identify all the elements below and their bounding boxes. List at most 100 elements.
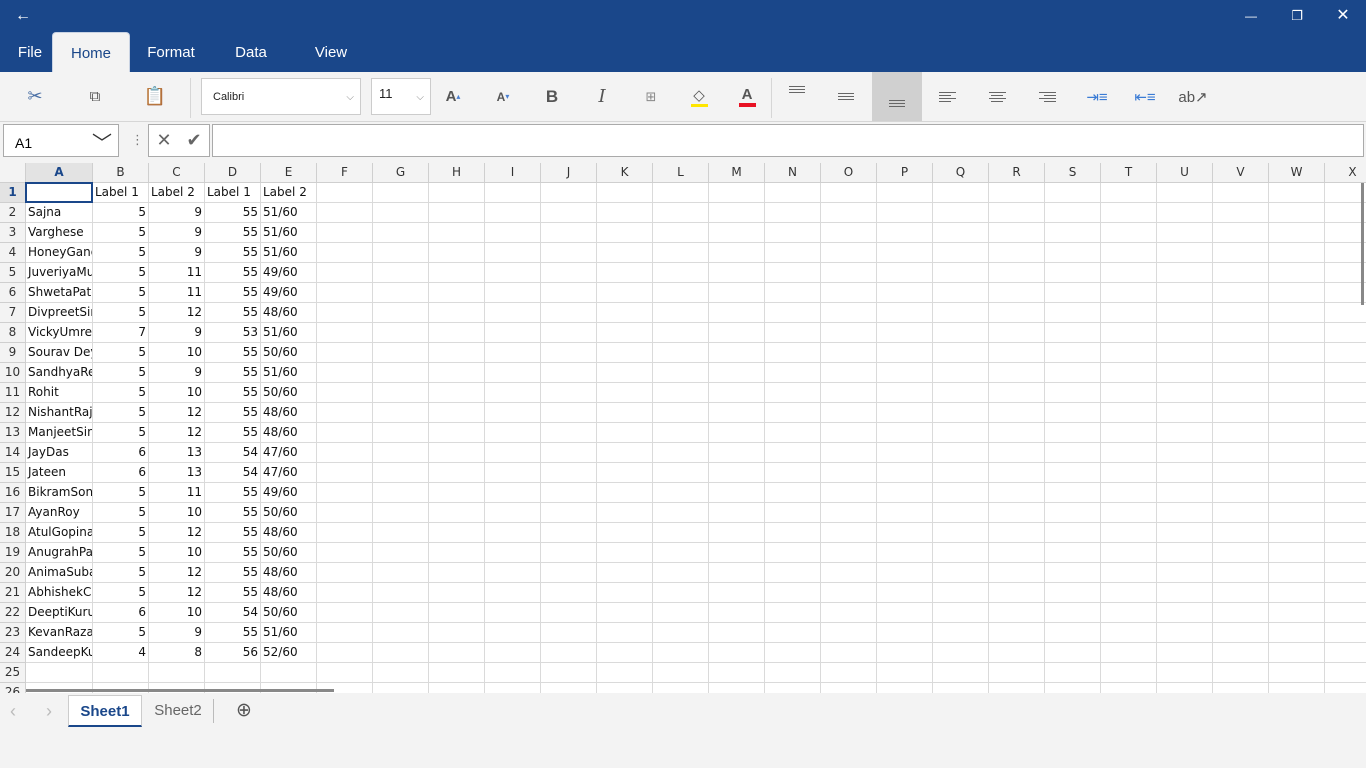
cell-H10[interactable]	[429, 363, 485, 383]
cell-X8[interactable]	[1325, 323, 1366, 343]
cell-K13[interactable]	[597, 423, 653, 443]
cell-E19[interactable]: 50/60	[261, 543, 317, 563]
cell-A23[interactable]: KevanRaza	[26, 623, 93, 643]
cell-G19[interactable]	[373, 543, 429, 563]
cell-G11[interactable]	[373, 383, 429, 403]
cell-F5[interactable]	[317, 263, 373, 283]
cell-R9[interactable]	[989, 343, 1045, 363]
cell-X25[interactable]	[1325, 663, 1366, 683]
cell-P2[interactable]	[877, 203, 933, 223]
cell-L16[interactable]	[653, 483, 709, 503]
cell-T25[interactable]	[1101, 663, 1157, 683]
cell-M1[interactable]	[709, 183, 765, 203]
cell-I13[interactable]	[485, 423, 541, 443]
cell-Q22[interactable]	[933, 603, 989, 623]
cell-C8[interactable]: 9	[149, 323, 205, 343]
cell-G5[interactable]	[373, 263, 429, 283]
cell-W5[interactable]	[1269, 263, 1325, 283]
row-header-24[interactable]: 24	[0, 643, 26, 663]
align-bottom-icon[interactable]	[872, 72, 922, 121]
cell-P19[interactable]	[877, 543, 933, 563]
cell-I19[interactable]	[485, 543, 541, 563]
cell-V13[interactable]	[1213, 423, 1269, 443]
cell-X7[interactable]	[1325, 303, 1366, 323]
cell-B4[interactable]: 5	[93, 243, 149, 263]
cell-A1[interactable]	[26, 183, 93, 203]
cell-E25[interactable]	[261, 663, 317, 683]
cell-J5[interactable]	[541, 263, 597, 283]
cell-K24[interactable]	[597, 643, 653, 663]
cell-K1[interactable]	[597, 183, 653, 203]
cell-F14[interactable]	[317, 443, 373, 463]
cell-S26[interactable]	[1045, 683, 1101, 693]
cell-H16[interactable]	[429, 483, 485, 503]
cell-P22[interactable]	[877, 603, 933, 623]
cell-U3[interactable]	[1157, 223, 1213, 243]
column-header-D[interactable]: D	[205, 163, 261, 183]
cell-W21[interactable]	[1269, 583, 1325, 603]
cell-C9[interactable]: 10	[149, 343, 205, 363]
cell-R23[interactable]	[989, 623, 1045, 643]
cell-E24[interactable]: 52/60	[261, 643, 317, 663]
cell-E23[interactable]: 51/60	[261, 623, 317, 643]
cell-J1[interactable]	[541, 183, 597, 203]
cell-X2[interactable]	[1325, 203, 1366, 223]
cell-H24[interactable]	[429, 643, 485, 663]
cell-I12[interactable]	[485, 403, 541, 423]
cell-L1[interactable]	[653, 183, 709, 203]
cell-L24[interactable]	[653, 643, 709, 663]
row-header-22[interactable]: 22	[0, 603, 26, 623]
cell-O19[interactable]	[821, 543, 877, 563]
cell-G18[interactable]	[373, 523, 429, 543]
cell-K9[interactable]	[597, 343, 653, 363]
cell-S3[interactable]	[1045, 223, 1101, 243]
row-header-19[interactable]: 19	[0, 543, 26, 563]
cell-C11[interactable]: 10	[149, 383, 205, 403]
cell-P6[interactable]	[877, 283, 933, 303]
cell-R10[interactable]	[989, 363, 1045, 383]
cell-X3[interactable]	[1325, 223, 1366, 243]
cell-O8[interactable]	[821, 323, 877, 343]
cell-N25[interactable]	[765, 663, 821, 683]
cell-M6[interactable]	[709, 283, 765, 303]
cell-E21[interactable]: 48/60	[261, 583, 317, 603]
cell-K17[interactable]	[597, 503, 653, 523]
cell-M20[interactable]	[709, 563, 765, 583]
cell-J22[interactable]	[541, 603, 597, 623]
cell-G12[interactable]	[373, 403, 429, 423]
restore-button[interactable]: ❐	[1282, 4, 1312, 28]
cell-O21[interactable]	[821, 583, 877, 603]
cell-M7[interactable]	[709, 303, 765, 323]
cell-H17[interactable]	[429, 503, 485, 523]
cell-Q17[interactable]	[933, 503, 989, 523]
cell-P4[interactable]	[877, 243, 933, 263]
cell-D12[interactable]: 55	[205, 403, 261, 423]
cell-K10[interactable]	[597, 363, 653, 383]
cell-B17[interactable]: 5	[93, 503, 149, 523]
cell-R26[interactable]	[989, 683, 1045, 693]
cell-R16[interactable]	[989, 483, 1045, 503]
cell-C23[interactable]: 9	[149, 623, 205, 643]
cell-L8[interactable]	[653, 323, 709, 343]
cell-B10[interactable]: 5	[93, 363, 149, 383]
cell-S20[interactable]	[1045, 563, 1101, 583]
cell-O18[interactable]	[821, 523, 877, 543]
cell-B7[interactable]: 5	[93, 303, 149, 323]
cell-I23[interactable]	[485, 623, 541, 643]
cell-F4[interactable]	[317, 243, 373, 263]
cell-C21[interactable]: 12	[149, 583, 205, 603]
column-header-Q[interactable]: Q	[933, 163, 989, 183]
cell-A11[interactable]: Rohit	[26, 383, 93, 403]
cell-J11[interactable]	[541, 383, 597, 403]
cell-W19[interactable]	[1269, 543, 1325, 563]
cell-U14[interactable]	[1157, 443, 1213, 463]
cell-S25[interactable]	[1045, 663, 1101, 683]
cell-I24[interactable]	[485, 643, 541, 663]
cell-U12[interactable]	[1157, 403, 1213, 423]
cell-S6[interactable]	[1045, 283, 1101, 303]
cell-I25[interactable]	[485, 663, 541, 683]
cell-X1[interactable]	[1325, 183, 1366, 203]
cell-B6[interactable]: 5	[93, 283, 149, 303]
cell-R18[interactable]	[989, 523, 1045, 543]
cell-E7[interactable]: 48/60	[261, 303, 317, 323]
